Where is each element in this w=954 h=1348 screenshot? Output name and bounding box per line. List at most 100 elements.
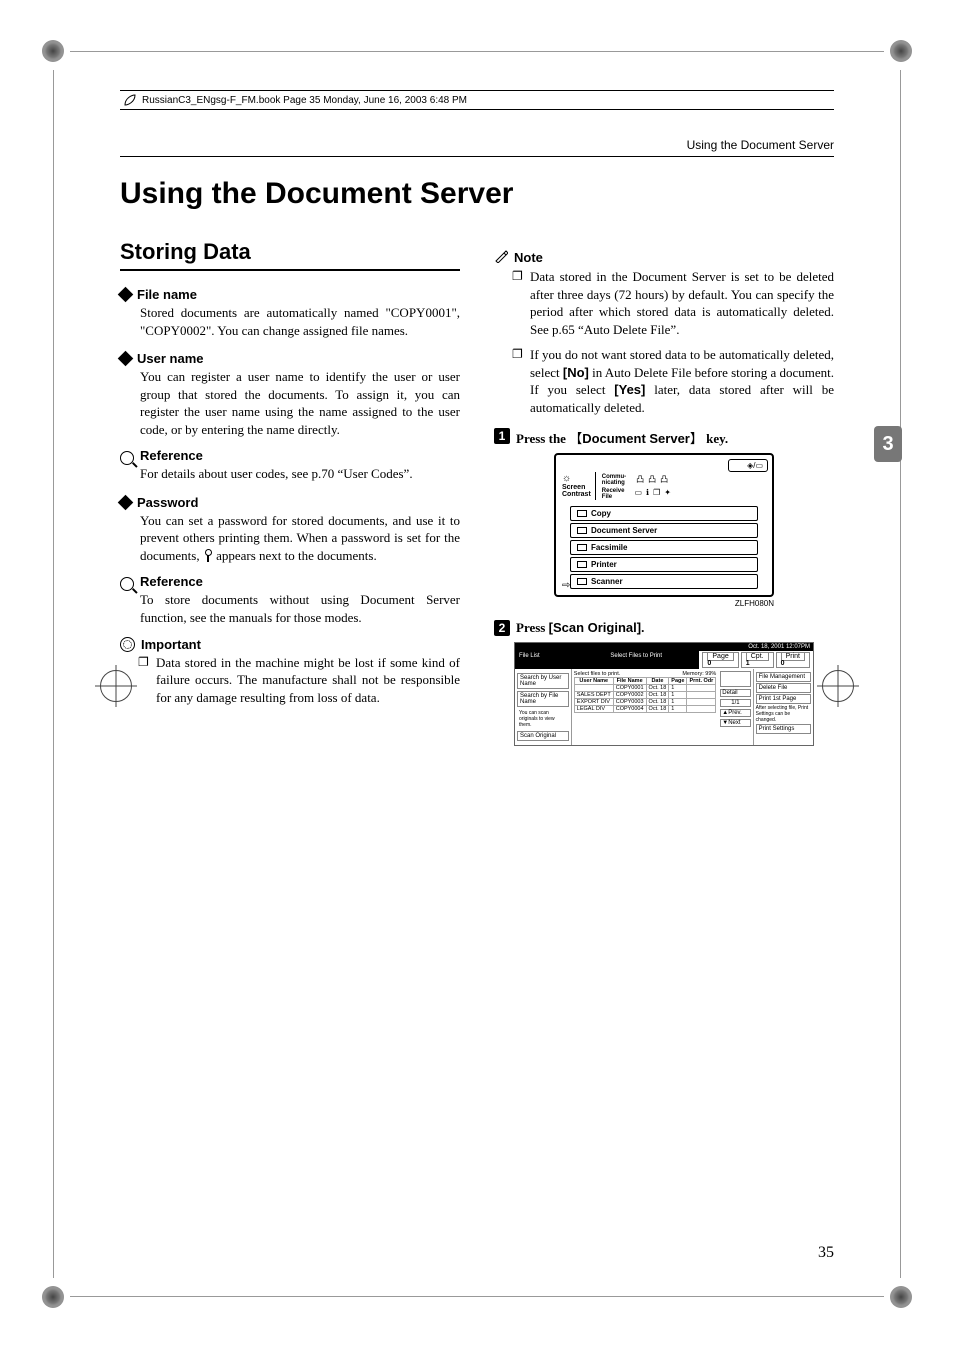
crop-line [70,1296,884,1297]
btn-search-user: Search by User Name [517,673,569,689]
reference-heading: Reference [120,448,460,463]
thumb-tab: 3 [874,426,902,462]
panel-menu-facsimile: Facsimile [570,540,758,555]
file-table: User NameFile NameDatePagePrnt. Odr COPY… [574,677,717,713]
screen-contrast-label: ☼ Screen Contrast [560,472,596,500]
hint: Select files to print. [574,671,620,677]
step-text: Press [516,620,549,635]
step-number: 2 [494,620,510,636]
step-1: 1 Press the Document Server key. [494,428,834,447]
scroll-indicator: 1/1 [720,699,750,707]
diamond-icon [118,495,134,511]
diamond-icon [118,287,134,303]
magnifier-icon [120,577,134,591]
btn-prev: ▲Prev. [720,709,750,717]
magnifier-icon [120,451,134,465]
list-item: If you do not want stored data to be aut… [512,346,834,416]
crop-mark [890,40,912,62]
step-text: . [641,620,644,635]
panel-menu-document-server: Document Server [570,523,758,538]
option-yes: [Yes] [614,382,645,397]
running-head: Using the Document Server [120,138,834,152]
crop-line [70,51,884,52]
step-text: Press the [516,431,569,446]
key-icon [203,549,213,562]
hard-key: Document Server [569,431,703,446]
important-heading: Important [120,637,460,652]
reference-heading: Reference [120,574,460,589]
book-header: RussianC3_ENgsg-F_FM.book Page 35 Monday… [120,90,834,110]
screen-left-column: Search by User Name Search by File Name … [515,669,572,745]
subhead-user-name: User name [120,351,460,366]
crop-line [900,70,901,1278]
subhead-text: File name [137,287,197,302]
crop-line [53,70,54,1278]
btn-search-file: Search by File Name [517,691,569,707]
body-text: To store documents without using Documen… [140,591,460,626]
option-no: [No] [563,365,589,380]
step-2: 2 Press [Scan Original]. [494,620,834,636]
section-heading: Storing Data [120,239,460,271]
gear-icon [120,637,135,652]
pointer-icon: ⇨ [562,580,570,591]
diamond-icon [118,351,134,367]
btn-delete: Delete File [756,683,811,693]
body-text: For details about user codes, see p.70 “… [140,465,460,483]
btn-next: ▼Next [720,719,750,727]
receive-file-label: Receive File [602,488,625,500]
body-text: You can register a user name to identify… [140,368,460,438]
screen-counters: Page0 Cpt.1 Print0 [699,651,813,669]
rule [120,156,834,157]
step-text: key. [703,431,728,446]
btn-print-1st: Print 1st Page [756,694,811,704]
hint: After selecting file, Print Settings can… [756,705,811,723]
subhead-password: Password [120,495,460,510]
page-number: 35 [818,1244,834,1262]
soft-key: [Scan Original] [549,620,641,635]
panel-menu-printer: Printer [570,557,758,572]
crop-mark [42,1286,64,1308]
table-row: SALES DEPTCOPY0002Oct. 181 [574,692,716,699]
body-text-b: appears next to the documents. [213,548,377,563]
note-label: Note [514,250,543,265]
book-header-text: RussianC3_ENgsg-F_FM.book Page 35 Monday… [142,95,467,106]
leaf-icon [124,94,136,106]
table-row: EXPORT DIVCOPY0003Oct. 181 [574,699,716,706]
control-panel-figure: ◈/▭ ☼ Screen Contrast Commu- nicating 凸凸… [554,453,774,608]
btn-detail: Detail [720,689,750,697]
subhead-text: User name [137,351,203,366]
panel-menu-copy: Copy [570,506,758,521]
reference-label: Reference [140,448,203,463]
tray-icons: 凸凸凸 [636,474,668,485]
list-item: Data stored in the machine might be lost… [138,654,460,707]
screen-date: Oct. 18, 2001 12:07PM [748,644,810,650]
figure-caption: ZLFH080N [554,599,774,608]
btn-scan-original: Scan Original [517,731,569,741]
mode-icons: ▭ℹ❐✦ [634,488,670,497]
body-text: Stored documents are automatically named… [140,304,460,339]
btn-file-mgmt: File Management [756,672,811,682]
crop-mark [890,1286,912,1308]
note-heading: Note [494,249,834,266]
list-item: Data stored in the Document Server is se… [512,268,834,338]
crop-mark [42,40,64,62]
reference-label: Reference [140,574,203,589]
screen-title-center: Select Files to Print [573,651,699,669]
table-row: LEGAL DIVCOPY0004Oct. 181 [574,706,716,713]
table-row: COPY0001Oct. 181 [574,685,716,692]
pencil-icon [494,249,508,266]
subhead-file-name: File name [120,287,460,302]
indicator-icon: ◈/▭ [728,459,768,472]
subhead-text: Password [137,495,198,510]
communicating-label: Commu- nicating [602,474,626,486]
lcd-screen-figure: Select Files to Print Oct. 18, 2001 12:0… [514,642,814,746]
screen-title-left: File List [515,651,573,669]
page-title: Using the Document Server [120,177,834,211]
panel-menu-scanner: Scanner [570,574,758,589]
btn-print-settings: Print Settings [756,724,811,734]
body-text: You can set a password for stored docume… [140,512,460,565]
step-number: 1 [494,428,510,444]
screen-mid-buttons: Detail 1/1 ▲Prev. ▼Next [718,669,752,745]
screen-right-column: File Management Delete File Print 1st Pa… [753,669,813,745]
important-label: Important [141,637,201,652]
